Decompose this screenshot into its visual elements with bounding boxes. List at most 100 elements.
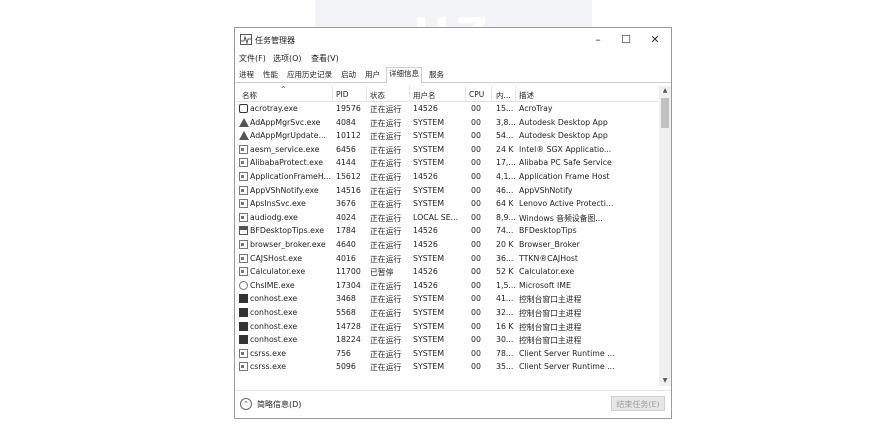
cell-mem: 20 K [496, 240, 514, 249]
column-name[interactable]: 名称 [242, 90, 257, 101]
tab-app-history[interactable]: 应用历史记录 [285, 69, 334, 81]
cell-mem: 4,1... [496, 172, 516, 181]
process-list: 名称 ^ PID 状态 用户名 CPU 内... 描述 acrotray.exe… [236, 86, 658, 386]
table-row[interactable]: CAJSHost.exe 4016 正在运行 SYSTEM 00 36... TTKN®CA… [236, 252, 658, 266]
cell-desc: Autodesk Desktop App [519, 131, 608, 141]
column-status[interactable]: 状态 [370, 90, 385, 101]
maximize-button[interactable]: ☐ [615, 31, 637, 49]
table-row[interactable]: csrss.exe 756 正在运行 SYSTEM 00 78... Client Serv… [236, 347, 658, 361]
cell-desc: Autodesk Desktop App [519, 117, 608, 127]
cell-mem: 15... [496, 104, 514, 113]
table-row[interactable]: Calculator.exe 11700 已暂停 14526 00 52 K Calcula… [236, 265, 658, 279]
menu-bar: 文件(F) 选项(O) 查看(V) [235, 52, 671, 66]
cell-pid: 756 [336, 348, 351, 358]
cell-user: SYSTEM [413, 348, 445, 358]
table-row[interactable]: audiodg.exe 4024 正在运行 LOCAL SE... 00 8,9... Wi… [236, 211, 658, 225]
tab-performance[interactable]: 性能 [261, 69, 280, 81]
table-row[interactable]: ApplicationFrameH... 15612 正在运行 14526 00 4,1.… [236, 170, 658, 184]
cell-cpu: 00 [471, 104, 481, 113]
tab-details[interactable]: 详细信息 [386, 67, 422, 84]
table-row[interactable]: conhost.exe 14728 正在运行 SYSTEM 00 16 K 控制台窗口主进程 [236, 320, 658, 334]
cell-desc: 控制台窗口主进程 [519, 336, 582, 346]
column-memory[interactable]: 内... [496, 90, 511, 101]
task-manager-window: 任务管理器 – ☐ ✕ 文件(F) 选项(O) 查看(V) 进程 性能 应用历史… [234, 27, 672, 419]
cell-user: SYSTEM [413, 144, 445, 154]
cell-pid: 3676 [336, 199, 356, 209]
tab-users[interactable]: 用户 [363, 69, 382, 81]
table-row[interactable]: AdAppMgrUpdate... 10112 正在运行 SYSTEM 00 54... A… [236, 129, 658, 143]
cell-user: 14526 [413, 240, 438, 249]
table-row[interactable]: AdAppMgrSvc.exe 4084 正在运行 SYSTEM 00 3,8... Aut… [236, 116, 658, 130]
cell-name: browser_broker.exe [250, 240, 326, 249]
cell-status: 正在运行 [370, 145, 402, 155]
close-button[interactable]: ✕ [644, 31, 666, 49]
cell-cpu: 00 [471, 212, 481, 222]
column-description[interactable]: 描述 [519, 90, 534, 101]
cell-mem: 16 K [496, 321, 514, 331]
scroll-up-icon[interactable]: ▲ [659, 86, 671, 96]
table-row[interactable]: AppVShNotify.exe 14516 正在运行 SYSTEM 00 46... Ap… [236, 184, 658, 198]
bf-icon [239, 226, 248, 236]
table-row[interactable]: ChsIME.exe 17304 正在运行 14526 00 1,5... Microsof… [236, 279, 658, 293]
cell-mem: 3,8... [496, 117, 516, 127]
cell-user: 14526 [413, 280, 438, 290]
column-username[interactable]: 用户名 [413, 90, 436, 101]
console-icon [239, 308, 248, 317]
menu-file[interactable]: 文件(F) [239, 53, 266, 64]
cell-user: SYSTEM [413, 294, 445, 304]
table-row[interactable]: csrss.exe 5096 正在运行 SYSTEM 00 35... Client Ser… [236, 360, 658, 374]
table-row[interactable]: aesm_service.exe 6456 正在运行 SYSTEM 00 24 K Inte… [236, 143, 658, 157]
vertical-scrollbar[interactable]: ▲ ▼ [659, 86, 671, 386]
table-row[interactable]: BFDesktopTips.exe 1784 正在运行 14526 00 74... BFD… [236, 224, 658, 238]
table-row[interactable]: conhost.exe 5568 正在运行 SYSTEM 00 32... 控制台窗口主进程 [236, 306, 658, 320]
menu-options[interactable]: 选项(O) [273, 53, 302, 64]
tab-services[interactable]: 服务 [427, 69, 446, 81]
cell-pid: 4016 [336, 253, 356, 263]
cell-status: 正在运行 [370, 213, 402, 223]
menu-view[interactable]: 查看(V) [311, 53, 339, 64]
table-row[interactable]: browser_broker.exe 4640 正在运行 14526 00 20 K Bro… [236, 238, 658, 252]
end-task-button[interactable]: 结束任务(E) [611, 396, 665, 411]
chevron-up-icon[interactable]: ⌃ [240, 398, 252, 410]
column-pid[interactable]: PID [336, 90, 349, 99]
cell-mem: 36... [496, 253, 514, 263]
cell-status: 正在运行 [370, 132, 402, 142]
cell-pid: 17304 [336, 280, 361, 290]
tab-startup[interactable]: 启动 [339, 69, 358, 81]
cell-user: SYSTEM [413, 335, 445, 345]
generic-process-icon [239, 240, 248, 249]
cell-user: SYSTEM [413, 117, 445, 127]
table-row[interactable]: ApsInsSvc.exe 3676 正在运行 SYSTEM 00 64 K Lenovo … [236, 197, 658, 211]
scroll-thumb[interactable] [661, 98, 669, 128]
cell-user: SYSTEM [413, 362, 445, 372]
table-row[interactable]: conhost.exe 18224 正在运行 SYSTEM 00 30... 控制台窗口主进… [236, 333, 658, 347]
fewer-details-link[interactable]: 简略信息(D) [257, 399, 301, 410]
cell-cpu: 00 [471, 131, 481, 141]
cell-cpu: 00 [471, 253, 481, 263]
minimize-button[interactable]: – [587, 31, 609, 49]
table-row[interactable]: AlibabaProtect.exe 4144 正在运行 SYSTEM 00 17,...… [236, 156, 658, 170]
cell-name: AdAppMgrSvc.exe [250, 117, 321, 127]
cell-cpu: 00 [471, 240, 481, 249]
generic-process-icon [239, 253, 248, 263]
cell-user: 14526 [413, 267, 438, 277]
cell-mem: 30... [496, 335, 514, 345]
cell-status: 正在运行 [370, 241, 402, 250]
tab-processes[interactable]: 进程 [237, 69, 256, 81]
cell-name: conhost.exe [250, 335, 298, 345]
cell-name: BFDesktopTips.exe [250, 226, 324, 236]
scroll-down-icon[interactable]: ▼ [659, 376, 671, 386]
cell-mem: 32... [496, 308, 514, 317]
cell-pid: 4024 [336, 212, 356, 222]
cell-pid: 14728 [336, 321, 361, 331]
cell-mem: 74... [496, 226, 514, 236]
cell-desc: BFDesktopTips [519, 226, 577, 236]
table-row[interactable]: acrotray.exe 19576 正在运行 14526 00 15... AcroTra… [236, 102, 658, 116]
generic-process-icon [239, 158, 248, 168]
column-cpu[interactable]: CPU [469, 90, 484, 99]
cell-status: 正在运行 [370, 309, 402, 318]
title-bar: 任务管理器 – ☐ ✕ [235, 28, 671, 52]
cell-mem: 1,5... [496, 280, 516, 290]
table-row[interactable]: conhost.exe 3468 正在运行 SYSTEM 00 41... 控制台窗口主进程 [236, 292, 658, 306]
cell-name: ChsIME.exe [250, 280, 295, 290]
